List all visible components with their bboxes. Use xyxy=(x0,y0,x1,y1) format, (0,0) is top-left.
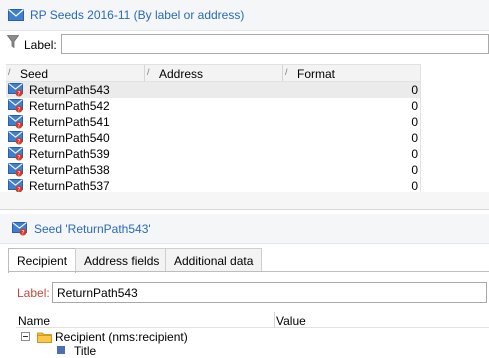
seed-envelope-icon: ? xyxy=(8,147,24,161)
svg-text:?: ? xyxy=(17,122,20,129)
seed-format: 0 xyxy=(411,131,418,145)
panel-splitter[interactable] xyxy=(0,192,489,210)
svg-text:?: ? xyxy=(17,138,20,145)
seed-format: 0 xyxy=(411,83,418,97)
tree-column-name[interactable]: Name xyxy=(18,314,50,328)
table-row[interactable]: ? ReturnPath543 0 xyxy=(6,82,420,98)
svg-text:?: ? xyxy=(17,170,20,177)
sort-indicator: / xyxy=(8,67,11,77)
seed-name: ReturnPath542 xyxy=(29,99,110,113)
tab-address-fields[interactable]: Address fields xyxy=(75,248,169,271)
seed-grid: ? ReturnPath543 0 ? ReturnPath542 0 ? Re… xyxy=(6,82,420,192)
tree-column-value[interactable]: Value xyxy=(276,314,306,328)
table-row[interactable]: ? ReturnPath537 0 xyxy=(6,178,420,192)
label-caption: Label: xyxy=(17,286,50,300)
seed-grid-header: / Seed / Address / Format xyxy=(6,64,420,82)
tree-header xyxy=(16,312,489,328)
seed-envelope-icon: ? xyxy=(8,115,24,129)
seed-name: ReturnPath538 xyxy=(29,163,110,177)
seed-format: 0 xyxy=(411,147,418,161)
column-separator[interactable] xyxy=(144,65,145,81)
tree-child-label[interactable]: Title xyxy=(74,344,96,358)
tree-node-label[interactable]: Recipient (nms:recipient) xyxy=(55,330,188,344)
table-row[interactable]: ? ReturnPath541 0 xyxy=(6,114,420,130)
list-title: RP Seeds 2016-11 (By label or address) xyxy=(30,8,245,22)
table-row[interactable]: ? ReturnPath538 0 xyxy=(6,162,420,178)
tab-divider xyxy=(8,271,489,272)
seed-envelope-icon: ? xyxy=(8,83,24,97)
seed-format: 0 xyxy=(411,99,418,113)
seed-envelope-icon: ? xyxy=(8,131,24,145)
folder-icon xyxy=(37,331,52,343)
collapse-toggle-icon[interactable] xyxy=(21,332,30,341)
filter-funnel-icon[interactable] xyxy=(6,35,20,49)
seed-envelope-icon: ? xyxy=(12,222,28,236)
filter-label-input[interactable] xyxy=(61,34,489,54)
seed-name: ReturnPath541 xyxy=(29,115,110,129)
seed-name: ReturnPath539 xyxy=(29,147,110,161)
table-row[interactable]: ? ReturnPath542 0 xyxy=(6,98,420,114)
sort-indicator: / xyxy=(147,67,150,77)
filter-label: Label: xyxy=(24,38,57,52)
tab-additional-data[interactable]: Additional data xyxy=(165,248,263,271)
seed-format: 0 xyxy=(411,179,418,192)
field-icon xyxy=(57,346,65,354)
column-header-seed[interactable]: Seed xyxy=(20,67,48,81)
svg-text:?: ? xyxy=(17,106,20,113)
seed-list-icon xyxy=(8,9,24,21)
sort-indicator: / xyxy=(285,67,288,77)
table-row[interactable]: ? ReturnPath539 0 xyxy=(6,146,420,162)
column-header-address[interactable]: Address xyxy=(159,67,203,81)
svg-text:?: ? xyxy=(17,90,20,97)
seed-envelope-icon: ? xyxy=(8,163,24,177)
column-header-format[interactable]: Format xyxy=(297,67,335,81)
table-row[interactable]: ? ReturnPath540 0 xyxy=(6,130,420,146)
seed-format: 0 xyxy=(411,163,418,177)
grid-empty-area xyxy=(420,64,489,194)
label-input[interactable] xyxy=(52,282,487,303)
seed-name: ReturnPath537 xyxy=(29,179,110,192)
seed-envelope-icon: ? xyxy=(8,179,24,192)
seed-name: ReturnPath543 xyxy=(29,83,110,97)
svg-text:?: ? xyxy=(17,154,20,161)
seed-envelope-icon: ? xyxy=(8,99,24,113)
detail-title: Seed 'ReturnPath543' xyxy=(34,222,151,236)
tab-recipient[interactable]: Recipient xyxy=(8,248,77,273)
seed-format: 0 xyxy=(411,115,418,129)
seed-name: ReturnPath540 xyxy=(29,131,110,145)
column-separator[interactable] xyxy=(282,65,283,81)
detail-tabs: Recipient Address fields Additional data xyxy=(8,248,489,273)
svg-text:?: ? xyxy=(21,229,24,236)
column-separator[interactable] xyxy=(274,312,275,328)
